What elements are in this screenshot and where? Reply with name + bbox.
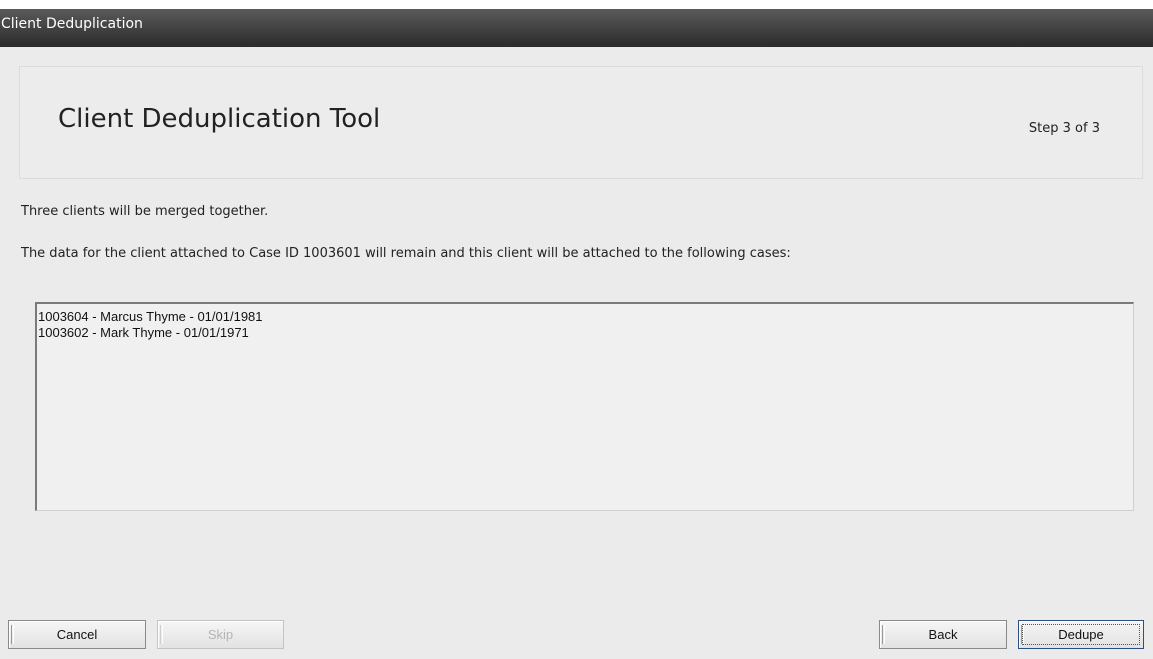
window-titlebar[interactable]: Client Deduplication: [0, 9, 1153, 47]
merge-summary-text: Three clients will be merged together.: [21, 204, 269, 219]
focus-ring: [1022, 624, 1140, 645]
cases-list[interactable]: 1003604 - Marcus Thyme - 01/01/1981 1003…: [35, 302, 1134, 511]
header-panel: Client Deduplication Tool Step 3 of 3: [19, 66, 1143, 179]
cancel-button[interactable]: Cancel: [8, 620, 146, 649]
merge-detail-text: The data for the client attached to Case…: [21, 246, 791, 261]
list-item[interactable]: 1003604 - Marcus Thyme - 01/01/1981: [38, 309, 1132, 325]
list-item[interactable]: 1003602 - Mark Thyme - 01/01/1971: [38, 325, 1132, 341]
step-indicator: Step 3 of 3: [1028, 121, 1100, 136]
client-deduplication-window: Client Deduplication Client Deduplicatio…: [0, 9, 1153, 659]
button-grip: [11, 625, 14, 644]
window-title: Client Deduplication: [1, 16, 143, 32]
button-grip: [882, 625, 885, 644]
button-grip: [160, 625, 163, 644]
back-button-label: Back: [928, 627, 958, 642]
skip-button-label: Skip: [207, 627, 234, 642]
cancel-button-label: Cancel: [56, 627, 98, 642]
dedupe-button[interactable]: Dedupe: [1018, 620, 1144, 649]
page-title: Client Deduplication Tool: [58, 104, 381, 134]
back-button[interactable]: Back: [879, 620, 1007, 649]
skip-button[interactable]: Skip: [157, 620, 284, 649]
